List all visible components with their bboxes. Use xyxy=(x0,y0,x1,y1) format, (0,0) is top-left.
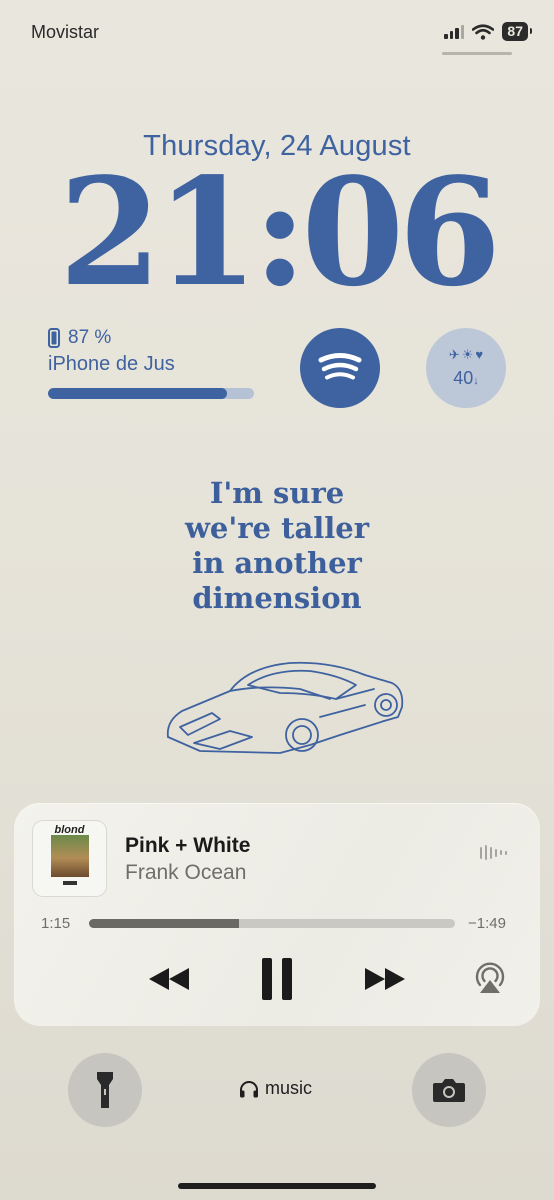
quote-line: I'm sure xyxy=(209,476,345,510)
weather-value: 40 xyxy=(453,367,474,388)
quote-line: in another xyxy=(192,546,362,580)
flashlight-icon xyxy=(97,1072,113,1108)
status-icons: 87 xyxy=(444,22,532,41)
spotify-icon xyxy=(318,353,362,380)
headphones-icon xyxy=(240,1080,258,1097)
pause-icon xyxy=(262,958,292,1000)
rewind-icon xyxy=(149,968,189,990)
song-title: Pink + White xyxy=(125,834,251,857)
quote-line: dimension xyxy=(192,581,362,615)
now-playing-card[interactable]: blond Pink + White Frank Ocean 1:15 −1:4… xyxy=(14,803,540,1026)
quote-line: we're taller xyxy=(184,511,370,545)
battery-widget[interactable]: 87 % iPhone de Jus xyxy=(48,327,258,399)
camera-button[interactable] xyxy=(412,1053,486,1127)
focus-mode-indicator[interactable]: music xyxy=(239,1078,312,1099)
battery-level-bar xyxy=(48,388,254,399)
playback-scrubber[interactable] xyxy=(89,919,455,928)
focus-mode-label: music xyxy=(265,1078,313,1098)
carrier-name: Movistar xyxy=(31,22,100,42)
battery-indicator: 87 xyxy=(502,22,532,41)
flashlight-button[interactable] xyxy=(68,1053,142,1127)
spotify-widget[interactable] xyxy=(300,328,380,408)
lockscreen-clock[interactable]: 21:06 xyxy=(0,158,554,306)
fast-forward-button[interactable] xyxy=(358,959,412,999)
camera-icon xyxy=(433,1079,465,1102)
elapsed-time: 1:15 xyxy=(41,915,71,932)
trend-arrow-icon: ↓ xyxy=(473,374,479,387)
battery-device-name: iPhone de Jus xyxy=(48,353,175,375)
wifi-icon xyxy=(472,23,495,40)
heart-icon: ♥ xyxy=(475,346,484,362)
playback-progress-fill xyxy=(89,919,240,928)
battery-level-fill xyxy=(48,388,228,399)
audio-waveform-icon[interactable] xyxy=(480,845,507,860)
airplay-button[interactable] xyxy=(470,958,510,998)
cellular-signal-icon xyxy=(444,24,465,39)
rewind-button[interactable] xyxy=(142,959,196,999)
airplay-icon xyxy=(475,962,505,993)
album-sticker xyxy=(63,881,77,885)
status-underline xyxy=(442,52,512,55)
weather-widget[interactable]: ✈ ☀ ♥ 40↓ xyxy=(426,328,506,408)
album-artwork[interactable]: blond xyxy=(33,821,106,896)
fast-forward-icon xyxy=(365,968,405,990)
song-artist: Frank Ocean xyxy=(125,861,247,884)
phone-battery-icon xyxy=(48,328,60,348)
home-indicator[interactable] xyxy=(178,1183,376,1189)
sports-car-illustration xyxy=(166,661,404,754)
battery-percent: 87 % xyxy=(68,327,112,348)
remaining-time: −1:49 xyxy=(468,915,506,932)
sun-icon: ☀ xyxy=(461,346,474,362)
album-photo xyxy=(51,835,89,877)
pause-button[interactable] xyxy=(254,953,300,1005)
airplane-icon: ✈ xyxy=(448,346,460,362)
wallpaper-quote: I'm sure we're taller in another dimensi… xyxy=(0,476,554,616)
